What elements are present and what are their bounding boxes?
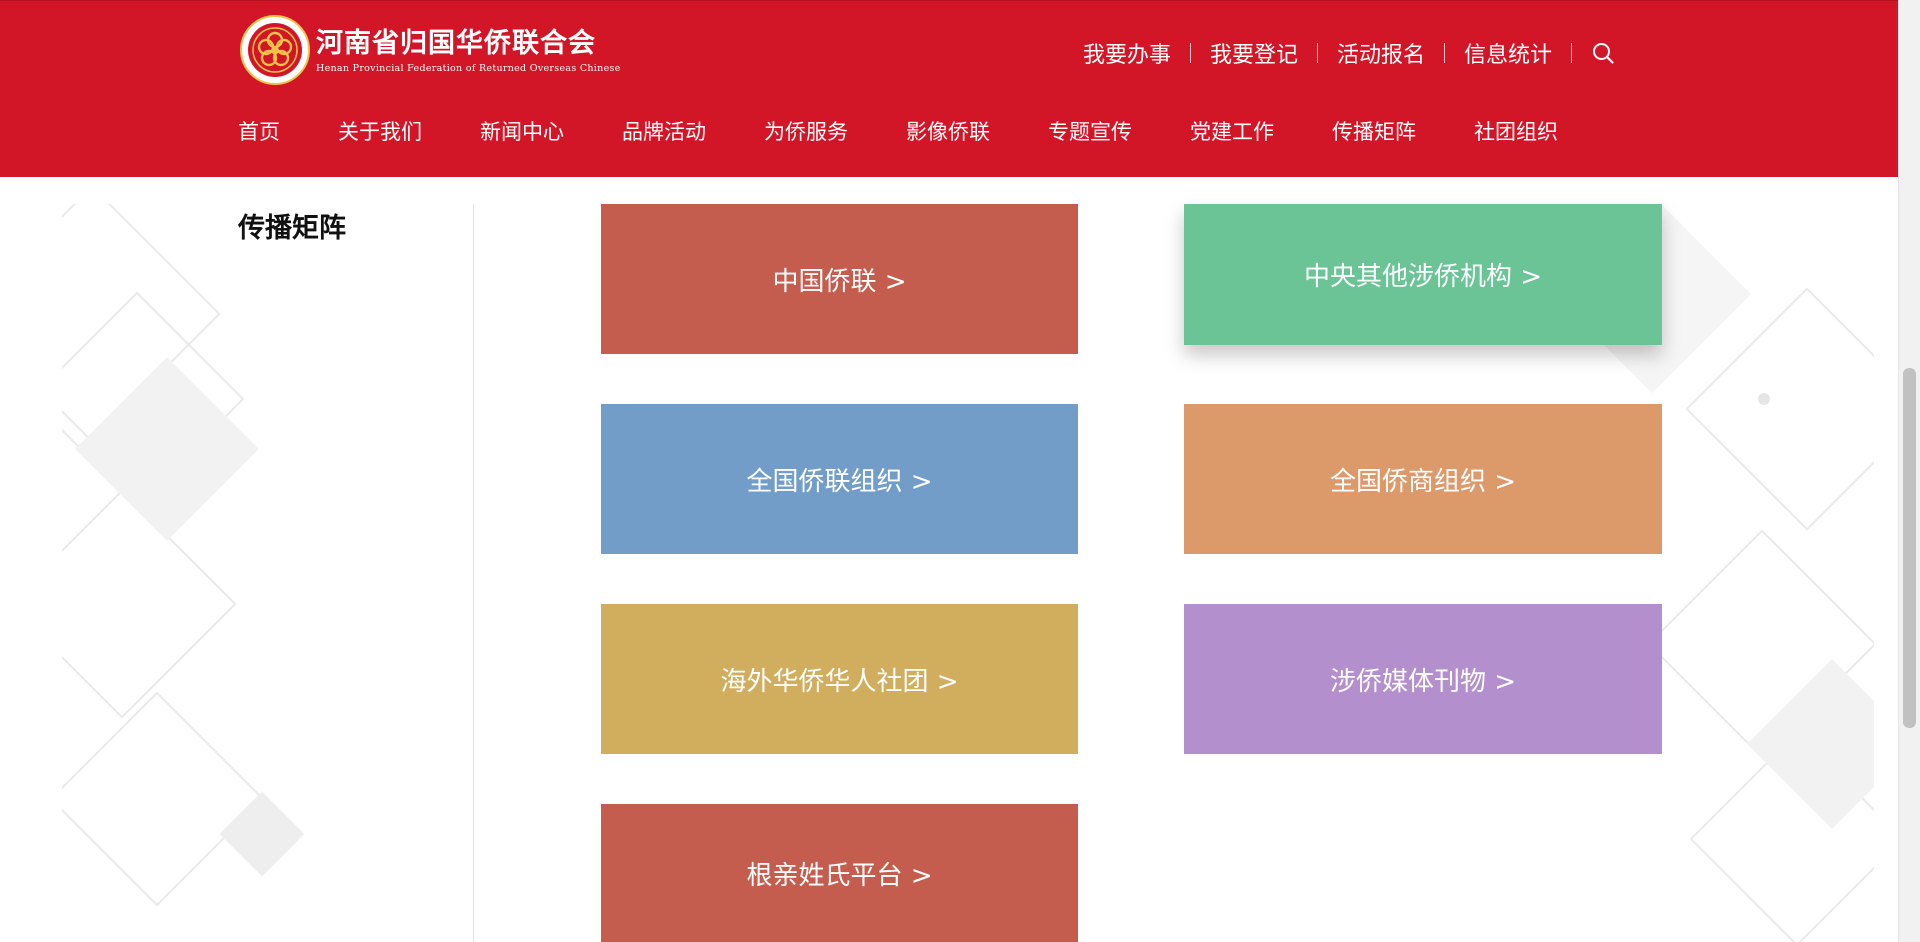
nav-item-image-gallery[interactable]: 影像侨联 (906, 115, 990, 149)
tile-national-federations[interactable]: 全国侨联组织 > (601, 404, 1078, 554)
section-title: 传播矩阵 (238, 213, 346, 244)
quick-link-divider (1571, 43, 1573, 63)
nav-item-about[interactable]: 关于我们 (338, 115, 422, 149)
quick-link-statistics[interactable]: 信息统计 (1464, 37, 1552, 69)
quick-link-divider (1190, 43, 1192, 63)
quick-links: 我要办事 我要登记 活动报名 信息统计 (1083, 37, 1619, 69)
nav-item-party-building[interactable]: 党建工作 (1190, 115, 1274, 149)
quick-link-divider (1317, 43, 1319, 63)
nav-item-news[interactable]: 新闻中心 (480, 115, 564, 149)
quick-link-services[interactable]: 我要办事 (1083, 37, 1171, 69)
tile-media-publications[interactable]: 涉侨媒体刊物 > (1184, 604, 1662, 754)
federation-emblem-icon (240, 15, 310, 85)
tile-central-agencies[interactable]: 中央其他涉侨机构 > (1184, 204, 1662, 345)
page-scrollbar[interactable] (1898, 0, 1920, 942)
main-nav: 首页 关于我们 新闻中心 品牌活动 为侨服务 影像侨联 专题宣传 党建工作 传播… (238, 115, 1558, 149)
nav-item-overseas-services[interactable]: 为侨服务 (764, 115, 848, 149)
column-divider (473, 204, 474, 942)
quick-link-divider (1444, 43, 1446, 63)
nav-item-organizations[interactable]: 社团组织 (1474, 115, 1558, 149)
nav-item-special-topics[interactable]: 专题宣传 (1048, 115, 1132, 149)
quick-link-event-signup[interactable]: 活动报名 (1337, 37, 1425, 69)
scrollbar-thumb[interactable] (1903, 368, 1916, 728)
tile-business-organizations[interactable]: 全国侨商组织 > (1184, 404, 1662, 554)
tile-china-federation[interactable]: 中国侨联 > (601, 204, 1078, 354)
search-icon[interactable] (1591, 39, 1619, 67)
nav-item-home[interactable]: 首页 (238, 115, 280, 149)
org-name-cn: 河南省归国华侨联合会 (316, 28, 596, 59)
tile-surname-roots-platform[interactable]: 根亲姓氏平台 > (601, 804, 1078, 942)
nav-item-media-matrix[interactable]: 传播矩阵 (1332, 115, 1416, 149)
org-name-en: Henan Provincial Federation of Returned … (316, 63, 621, 74)
tile-overseas-associations[interactable]: 海外华侨华人社团 > (601, 604, 1078, 754)
quick-link-register[interactable]: 我要登记 (1210, 37, 1298, 69)
nav-item-brand-activities[interactable]: 品牌活动 (622, 115, 706, 149)
site-logo[interactable]: 河南省归国华侨联合会 Henan Provincial Federation o… (240, 15, 620, 87)
site-header: 河南省归国华侨联合会 Henan Provincial Federation o… (0, 0, 1898, 177)
